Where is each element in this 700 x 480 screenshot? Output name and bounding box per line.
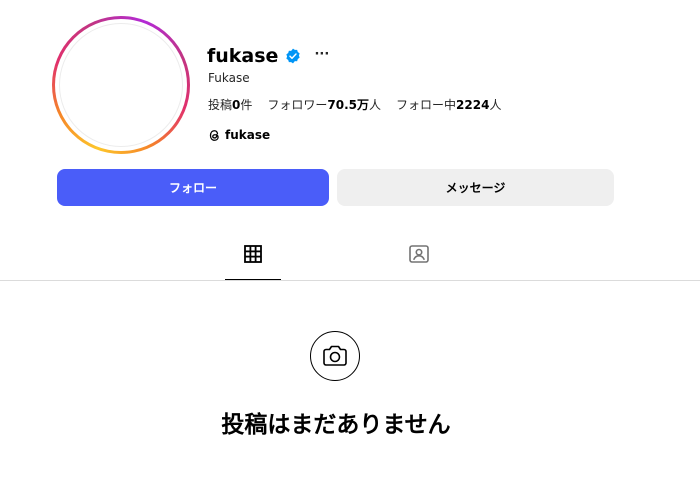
grid-icon: [244, 245, 262, 263]
tab-tagged[interactable]: [391, 245, 447, 279]
full-name: Fukase: [208, 71, 250, 85]
empty-state-text: 投稿はまだありません: [221, 412, 451, 438]
followers-count[interactable]: フォロワー70.5万人: [267, 96, 381, 113]
posts-count: 投稿0件: [208, 98, 253, 112]
avatar: [59, 23, 183, 147]
tab-posts[interactable]: [225, 245, 281, 279]
username-row: fukase ···: [207, 42, 329, 70]
tagged-icon: [409, 245, 429, 263]
threads-handle: fukase: [225, 128, 271, 142]
threads-icon: [209, 129, 219, 141]
camera-icon: [323, 345, 347, 366]
username: fukase: [207, 45, 279, 67]
message-button[interactable]: メッセージ: [337, 169, 614, 206]
more-options-button[interactable]: ···: [314, 47, 329, 62]
following-count[interactable]: フォロー中2224人: [396, 96, 501, 113]
threads-link[interactable]: fukase: [208, 128, 270, 142]
avatar-story-ring[interactable]: [52, 16, 190, 154]
empty-state-camera: [310, 331, 360, 381]
verified-badge-icon: [286, 48, 301, 64]
profile-stats: 投稿0件 フォロワー70.5万人 フォロー中2224人: [208, 96, 516, 113]
follow-button[interactable]: フォロー: [57, 169, 329, 206]
profile-page: fukase ··· Fukase 投稿0件 フォロワー70.5万人 フォロー中…: [0, 0, 700, 480]
tabs-divider: [0, 280, 700, 281]
